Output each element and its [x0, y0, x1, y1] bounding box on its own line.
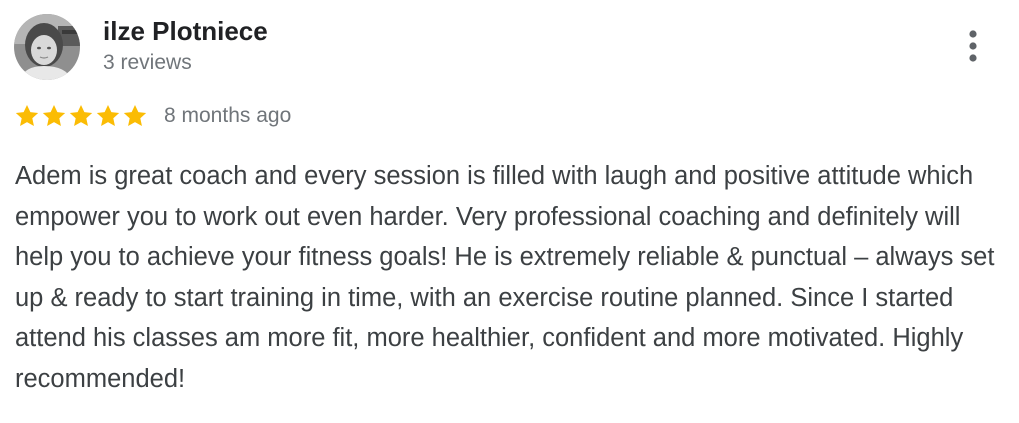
more-options-button[interactable]: [960, 24, 986, 68]
star-rating: [14, 103, 149, 129]
star-icon: [69, 104, 93, 126]
author-name[interactable]: ilze Plotniece: [103, 15, 268, 47]
review-date: 8 months ago: [164, 104, 292, 127]
rating-row: 8 months ago: [14, 100, 291, 132]
author-review-count: 3 reviews: [103, 51, 192, 74]
star-icon: [123, 104, 147, 126]
review-text: Adem is great coach and every session is…: [15, 162, 995, 393]
more-vertical-icon: [969, 30, 977, 62]
avatar[interactable]: [14, 14, 80, 80]
star-icon: [96, 104, 120, 126]
star-icon: [15, 104, 39, 126]
avatar-photo: [14, 14, 80, 80]
review-card: ilze Plotniece 3 reviews 8 months ago Ad…: [0, 0, 1019, 423]
star-icon: [42, 104, 66, 126]
